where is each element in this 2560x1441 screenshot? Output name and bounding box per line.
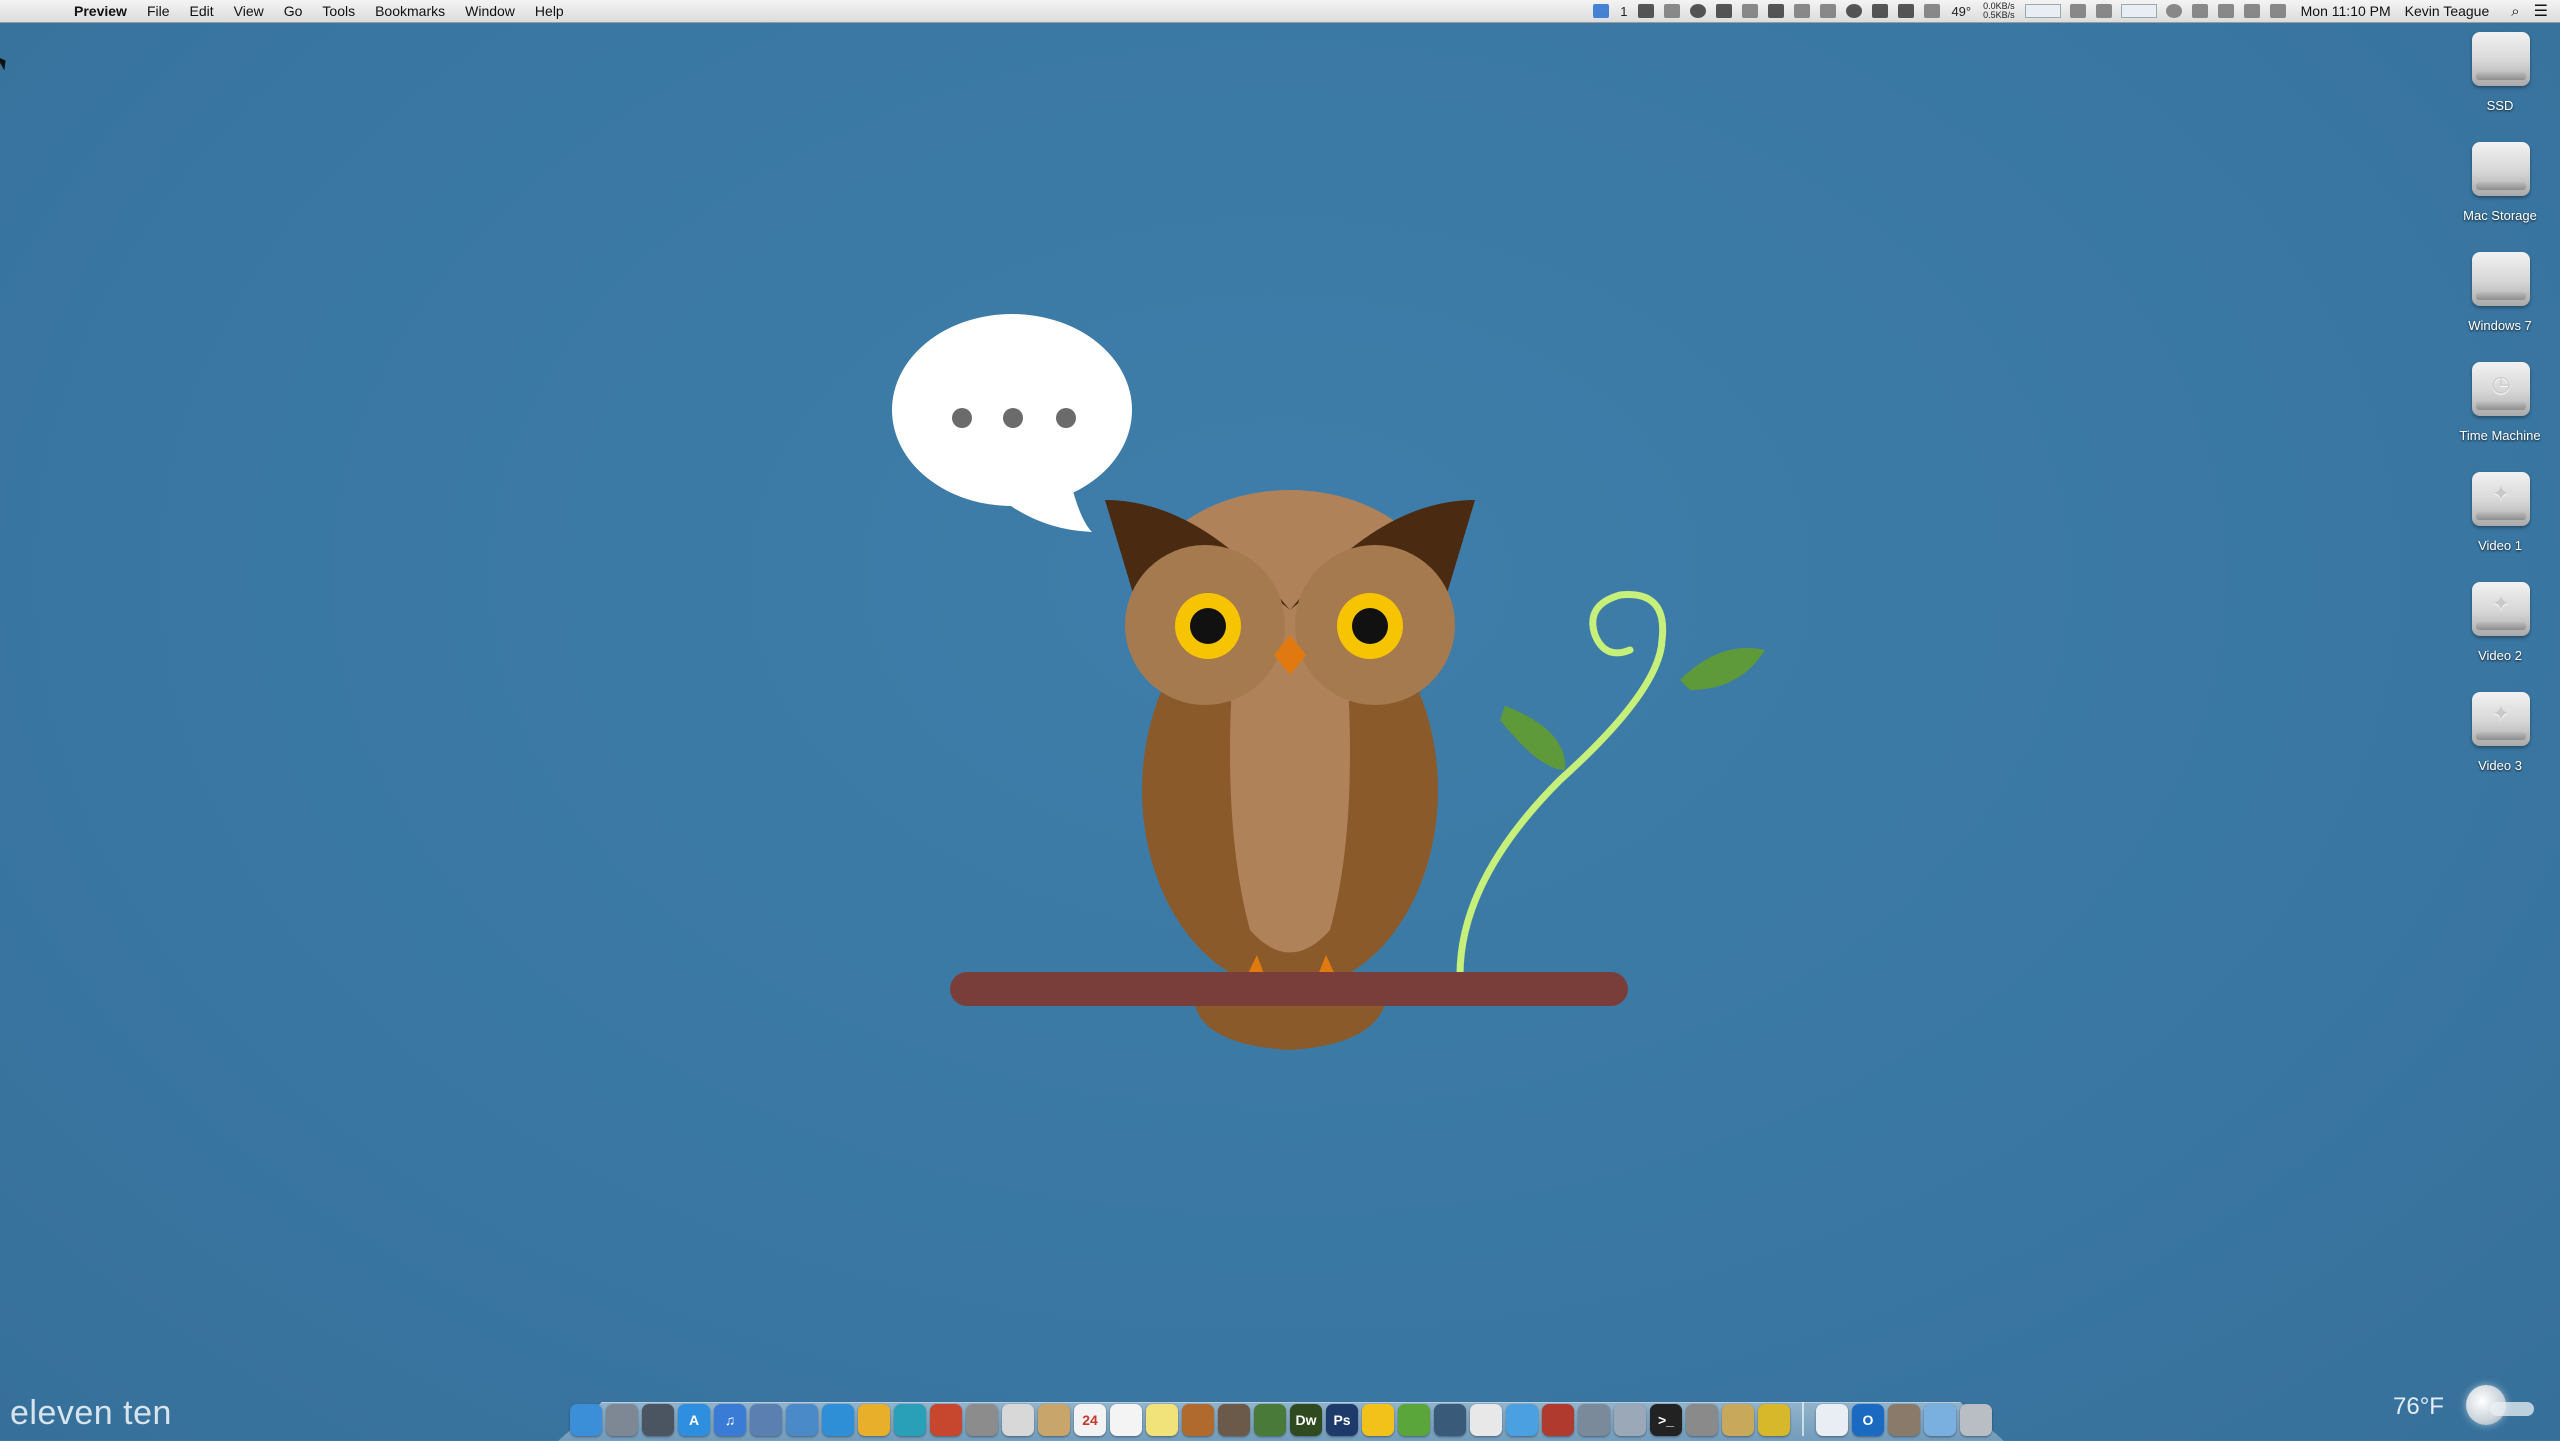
dock-bittorrent-icon[interactable] xyxy=(1758,1404,1790,1436)
dock-panda-app-icon[interactable] xyxy=(1470,1404,1502,1436)
bubble-dot xyxy=(1056,408,1076,428)
dock-downloads-folder-icon[interactable] xyxy=(1924,1404,1956,1436)
dock-finder-icon[interactable] xyxy=(570,1404,602,1436)
dock-network-radar-icon[interactable] xyxy=(894,1404,926,1436)
dock-acorn-icon[interactable] xyxy=(1182,1404,1214,1436)
wallpaper-caption: eleven ten xyxy=(10,1394,172,1432)
dock-coffee-cup-icon[interactable] xyxy=(1542,1404,1574,1436)
dock-mouse-utility-icon[interactable] xyxy=(966,1404,998,1436)
dock-textedit-icon[interactable] xyxy=(1110,1404,1142,1436)
dock-chrome-icon[interactable] xyxy=(858,1404,890,1436)
dock-cyberduck-icon[interactable] xyxy=(1362,1404,1394,1436)
dock-mail-icon[interactable] xyxy=(786,1404,818,1436)
dock-documents-stack-icon[interactable] xyxy=(1816,1404,1848,1436)
dock-transmission-icon[interactable] xyxy=(930,1404,962,1436)
dock-safari-icon[interactable] xyxy=(822,1404,854,1436)
dock-trash-icon[interactable] xyxy=(1960,1404,1992,1436)
dock-outlook-icon[interactable]: O xyxy=(1852,1404,1884,1436)
vine xyxy=(1456,591,1765,979)
owl xyxy=(1105,490,1475,1050)
weather-temperature: 76°F xyxy=(2393,1393,2444,1420)
dock-image-stack-icon[interactable] xyxy=(1888,1404,1920,1436)
dock-stickies-icon[interactable] xyxy=(1146,1404,1178,1436)
dock-itunes-icon[interactable]: ♫ xyxy=(714,1404,746,1436)
dock-app-store-icon[interactable]: A xyxy=(678,1404,710,1436)
branch xyxy=(950,972,1628,1006)
speech-bubble xyxy=(892,314,1132,532)
bubble-dot xyxy=(952,408,972,428)
dock-messages-icon[interactable] xyxy=(1506,1404,1538,1436)
dock-launchpad-icon[interactable] xyxy=(606,1404,638,1436)
dock-preview-icon[interactable] xyxy=(750,1404,782,1436)
dock-system-preferences-icon[interactable] xyxy=(1686,1404,1718,1436)
dock-notebook-icon[interactable] xyxy=(1038,1404,1070,1436)
dock-pixelmator-icon[interactable] xyxy=(1254,1404,1286,1436)
dock-coffee-app-icon[interactable] xyxy=(1002,1404,1034,1436)
dock-items: A ♫ 24 Dw Ps >_ O xyxy=(570,1396,2000,1436)
dock-evernote-icon[interactable] xyxy=(1398,1404,1430,1436)
dock-xcode-icon[interactable] xyxy=(1578,1404,1610,1436)
dock-separator xyxy=(1802,1402,1804,1436)
dock-utility-tool-icon[interactable] xyxy=(1722,1404,1754,1436)
leaf xyxy=(1680,648,1765,690)
dock-mission-control-icon[interactable] xyxy=(642,1404,674,1436)
dock-script-editor-icon[interactable] xyxy=(1614,1404,1646,1436)
dock-dreamweaver-icon[interactable]: Dw xyxy=(1290,1404,1322,1436)
dock-photos-icon[interactable] xyxy=(1218,1404,1250,1436)
dock-photoshop-icon[interactable]: Ps xyxy=(1326,1404,1358,1436)
leaf xyxy=(1500,706,1566,770)
dock-calendar-icon[interactable]: 24 xyxy=(1074,1404,1106,1436)
owl-wallpaper-illustration xyxy=(892,314,1765,1050)
dock-terminal-icon[interactable]: >_ xyxy=(1650,1404,1682,1436)
bubble-dot xyxy=(1003,408,1023,428)
dock-glasses-app-icon[interactable] xyxy=(1434,1404,1466,1436)
cloud-icon xyxy=(2490,1402,2534,1416)
